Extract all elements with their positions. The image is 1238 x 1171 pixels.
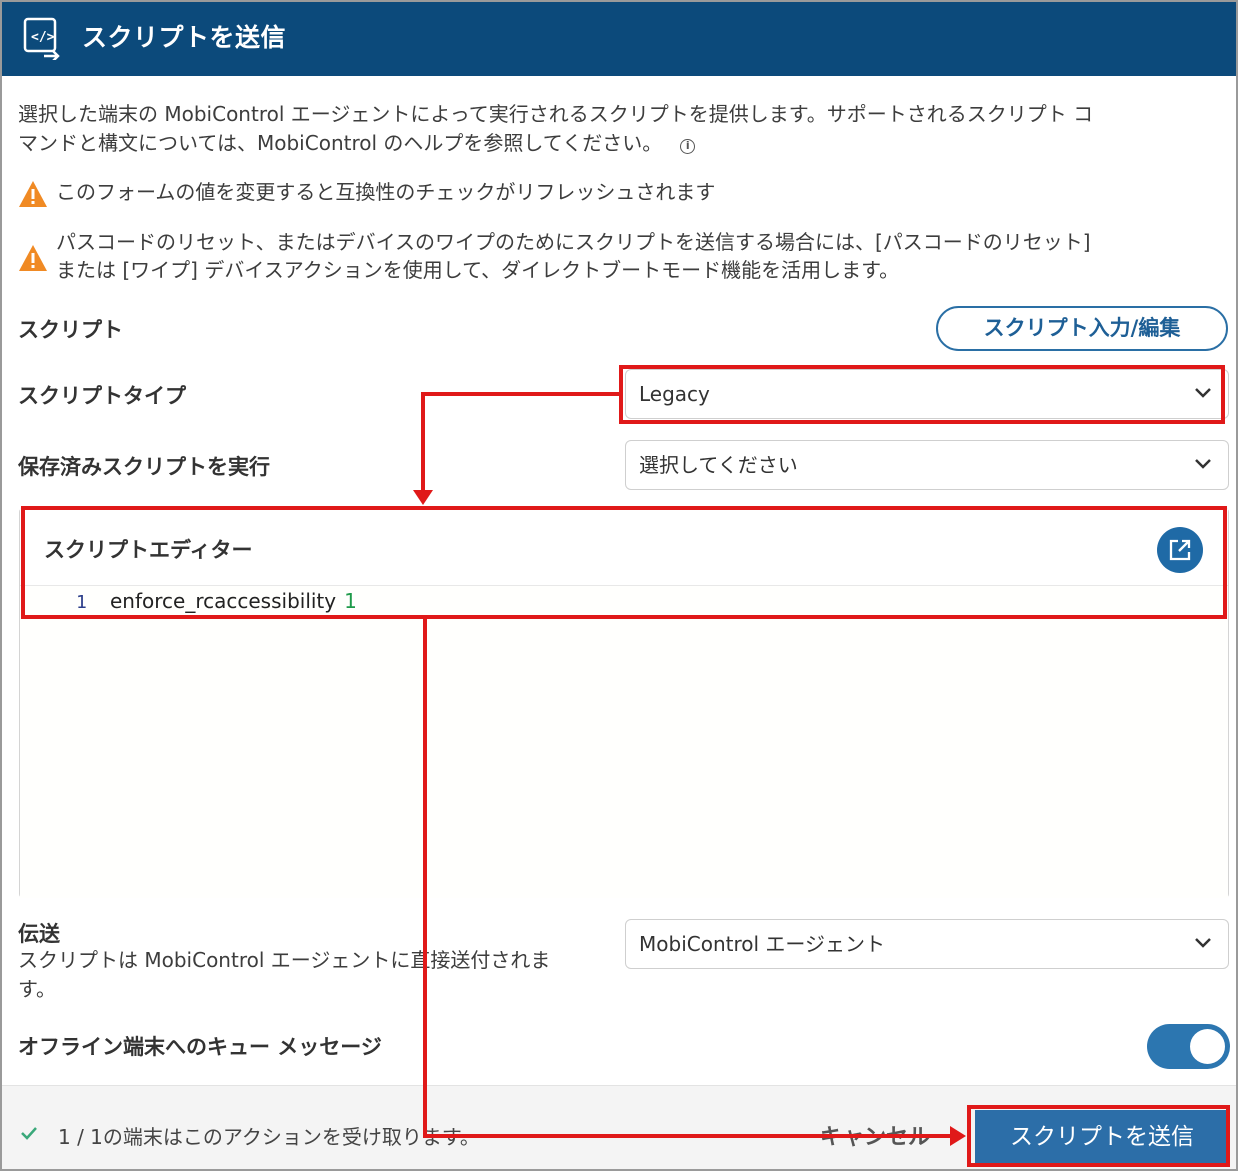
saved-script-label: 保存済みスクリプトを実行 (18, 455, 270, 479)
description-line-2: マンドと構文については、MobiControl のヘルプを参照してください。 i (18, 129, 1223, 158)
description-text: 選択した端末の MobiControl エージェントによって実行されるスクリプト… (18, 100, 1223, 158)
check-icon (21, 1127, 37, 1140)
dialog-title: スクリプトを送信 (82, 23, 287, 52)
popout-button[interactable] (1157, 527, 1203, 573)
queue-label: オフライン端末へのキュー メッセージ (18, 1035, 382, 1059)
transport-select[interactable]: MobiControl エージェント (625, 919, 1229, 969)
svg-text:</>: </> (31, 30, 55, 45)
code-argument: 1 (344, 589, 357, 613)
code-command: enforce_rcaccessibility (110, 589, 337, 613)
description-line-1: 選択した端末の MobiControl エージェントによって実行されるスクリプト… (18, 102, 1094, 126)
cancel-button[interactable]: キャンセル (820, 1119, 930, 1151)
toggle-knob (1190, 1029, 1225, 1064)
transport-description-line-1: スクリプトは MobiControl エージェントに直接送付されま (18, 948, 551, 972)
chevron-down-icon (1195, 938, 1211, 948)
line-number: 1 (76, 592, 87, 613)
script-editor-header: スクリプトエディター (20, 509, 1228, 585)
warning-text: このフォームの値を変更すると互換性のチェックがリフレッシュされます (56, 180, 716, 204)
send-script-button[interactable]: スクリプトを送信 (975, 1110, 1229, 1165)
script-editor: スクリプトエディター 1 enforce_rcaccessibility 1 (19, 508, 1229, 898)
external-link-icon (1169, 539, 1191, 561)
warning-text-line-2: または [ワイプ] デバイスアクションを使用して、ダイレクトブートモード機能を活… (56, 258, 900, 282)
warning-direct-boot: パスコードのリセット、またはデバイスのワイプのためにスクリプトを送信する場合には… (18, 228, 1228, 288)
chevron-down-icon (1195, 388, 1211, 398)
warning-compat: このフォームの値を変更すると互換性のチェックがリフレッシュされます (18, 178, 1218, 208)
transport-label: 伝送 (18, 922, 60, 946)
saved-script-value: 選択してください (639, 453, 798, 477)
script-label: スクリプト (18, 318, 123, 342)
code-line[interactable]: enforce_rcaccessibility 1 (110, 589, 357, 613)
script-type-label: スクリプトタイプ (18, 384, 186, 408)
warning-text-line-1: パスコードのリセット、またはデバイスのワイプのためにスクリプトを送信する場合には… (56, 230, 1091, 254)
device-count-status: 1 / 1の端末はこのアクションを受け取ります。 (58, 1125, 480, 1149)
transport-description-line-2: す。 (18, 977, 56, 1001)
warning-icon (19, 181, 47, 207)
chevron-down-icon (1195, 459, 1211, 469)
saved-script-select[interactable]: 選択してください (625, 440, 1229, 490)
code-editor-area[interactable]: 1 enforce_rcaccessibility 1 (20, 585, 1228, 898)
script-type-value: Legacy (639, 382, 710, 406)
transport-description: スクリプトは MobiControl エージェントに直接送付されま す。 (18, 946, 618, 1004)
transport-value: MobiControl エージェント (639, 932, 885, 956)
dialog-footer: 1 / 1の端末はこのアクションを受け取ります。 キャンセル スクリプトを送信 (2, 1085, 1236, 1169)
warning-icon (19, 245, 47, 271)
queue-toggle[interactable] (1147, 1024, 1230, 1069)
info-icon[interactable]: i (680, 139, 696, 154)
script-send-icon: </> (23, 17, 60, 60)
script-editor-title: スクリプトエディター (44, 538, 253, 562)
script-edit-button[interactable]: スクリプト入力/編集 (936, 306, 1228, 351)
dialog-header: </> スクリプトを送信 (2, 2, 1236, 76)
script-type-select[interactable]: Legacy (625, 369, 1229, 419)
